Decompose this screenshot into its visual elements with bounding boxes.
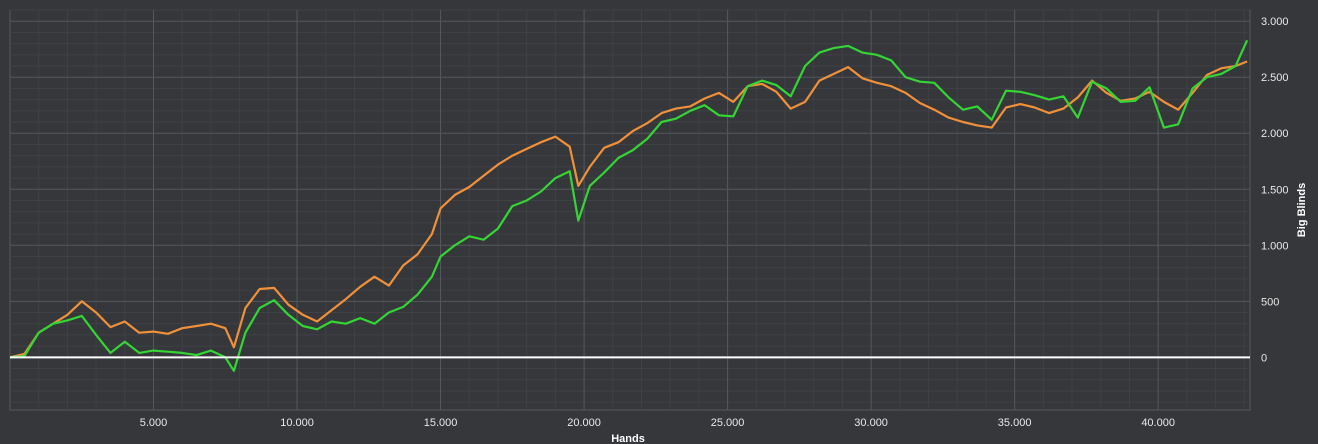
y-axis-ticks: 0 500 1.000 1.500 2.000 2.500 3.000 [1261,16,1289,364]
x-axis-ticks: 5.000 10.000 15.000 20.000 25.000 30.000 35.00… [140,417,1175,429]
y-tick-label: 2.500 [1261,72,1289,84]
major-grid [10,10,1250,410]
x-tick-label: 35.000 [998,417,1032,429]
x-tick-label: 20.000 [567,417,601,429]
minor-grid [10,9,1250,410]
x-axis-label: Hands [611,433,645,444]
y-tick-label: 0 [1261,352,1267,364]
x-tick-label: 40.000 [1141,417,1175,429]
x-tick-label: 25.000 [711,417,745,429]
series-line-green [9,39,1249,372]
series-layer [9,39,1249,372]
y-tick-label: 2.000 [1261,128,1289,140]
y-tick-label: 3.000 [1261,16,1289,28]
x-tick-label: 15.000 [424,417,458,429]
x-tick-label: 5.000 [140,417,168,429]
x-tick-label: 30.000 [854,417,888,429]
y-tick-label: 1.500 [1261,184,1289,196]
y-axis-label: Big Blinds [1296,183,1308,237]
y-tick-label: 500 [1261,296,1279,308]
plot-frame [9,9,1251,411]
x-tick-label: 10.000 [280,417,314,429]
bankroll-chart: 5.000 10.000 15.000 20.000 25.000 30.000 35.00… [9,9,1308,444]
y-tick-label: 1.000 [1261,240,1289,252]
